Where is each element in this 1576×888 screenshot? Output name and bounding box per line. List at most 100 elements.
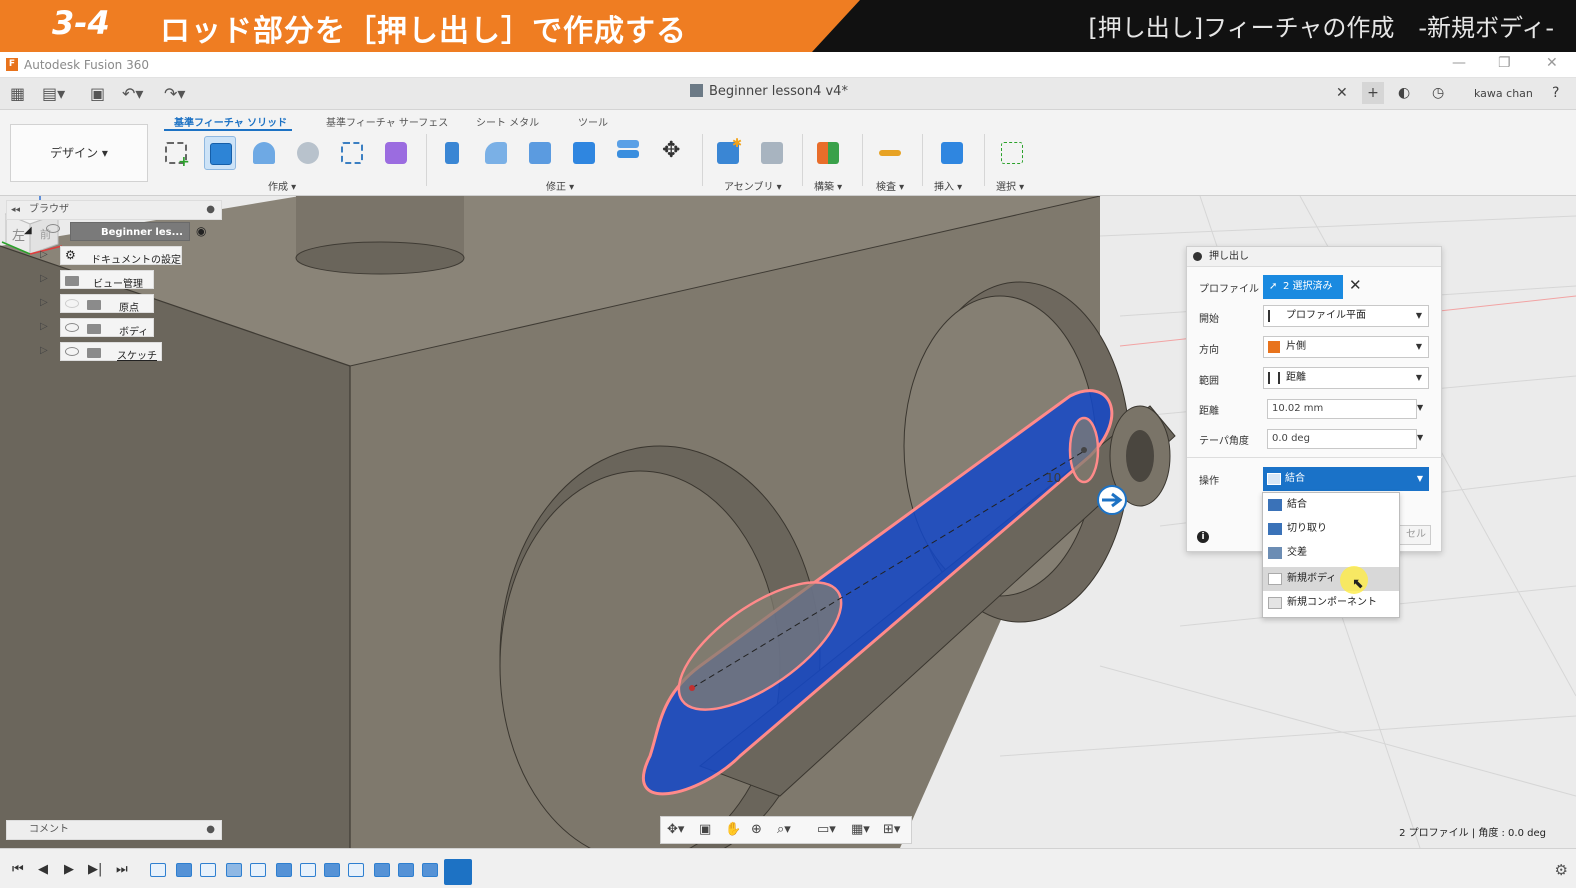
eye-icon[interactable] xyxy=(65,323,79,332)
group-create[interactable]: 作成 ▾ xyxy=(268,178,296,193)
group-assemble[interactable]: アセンブリ ▾ xyxy=(724,178,782,193)
play-icon[interactable]: ▶ xyxy=(64,862,74,877)
dialog-collapse-icon[interactable] xyxy=(1193,252,1202,261)
expand-icon[interactable]: ▷ xyxy=(40,297,48,308)
insert-image-icon[interactable] xyxy=(936,136,968,170)
collapse-icon[interactable]: ◂◂ xyxy=(11,201,20,219)
go-to-end-icon[interactable]: ⏭ xyxy=(116,862,128,877)
look-at-icon[interactable]: ▣ xyxy=(699,822,711,837)
root-expand-icon[interactable]: ◢ xyxy=(24,225,32,236)
comment-pin-icon[interactable]: ● xyxy=(206,821,215,839)
document-tab[interactable]: Beginner lesson4 v4* xyxy=(690,84,848,99)
timeline-extrude[interactable] xyxy=(422,863,438,877)
browser-item-bodies[interactable]: ▷ ボディ xyxy=(6,316,222,340)
extent-select[interactable]: 距離 ▼ xyxy=(1263,367,1429,389)
new-tab-icon[interactable]: + xyxy=(1362,82,1384,104)
browser-root[interactable]: ◢ Beginner les... ◉ xyxy=(6,220,222,244)
timeline-settings-icon[interactable]: ⚙ xyxy=(1555,861,1568,879)
pan-icon[interactable]: ✋ xyxy=(725,822,741,837)
timeline-sketch[interactable] xyxy=(348,863,364,877)
timeline-revolve[interactable] xyxy=(226,863,242,877)
chevron-down-icon[interactable]: ▼ xyxy=(1417,433,1423,442)
expand-icon[interactable]: ▷ xyxy=(40,321,48,332)
workspace-switcher[interactable]: デザイン ▾ xyxy=(10,124,148,182)
timeline-extrude[interactable] xyxy=(276,863,292,877)
start-select[interactable]: プロファイル平面 ▼ xyxy=(1263,305,1429,327)
tab-sheet-metal[interactable]: シート メタル xyxy=(476,114,539,129)
fit-icon[interactable]: ⌕▾ xyxy=(777,822,791,837)
browser-item-origin[interactable]: ▷ 原点 xyxy=(6,292,222,316)
eye-hidden-icon[interactable] xyxy=(65,299,79,308)
chamfer-icon[interactable] xyxy=(524,136,556,170)
zoom-icon[interactable]: ⊕ xyxy=(751,822,762,837)
group-modify[interactable]: 修正 ▾ xyxy=(546,178,574,193)
display-settings-icon[interactable]: ▭▾ xyxy=(817,822,836,837)
help-icon[interactable]: ? xyxy=(1552,85,1559,101)
timeline-extrude[interactable] xyxy=(374,863,390,877)
clear-selection-icon[interactable]: ✕ xyxy=(1349,276,1362,294)
option-new-body[interactable]: 新規ボディ xyxy=(1263,567,1399,591)
expand-icon[interactable]: ▷ xyxy=(40,273,48,284)
press-pull-icon[interactable] xyxy=(436,136,468,170)
pin-icon[interactable]: ● xyxy=(206,201,215,219)
orbit-icon[interactable]: ✥▾ xyxy=(667,822,684,837)
pattern-icon[interactable] xyxy=(336,136,368,170)
new-component-icon[interactable]: ✱ xyxy=(712,136,744,170)
clock-icon[interactable]: ◷ xyxy=(1432,85,1444,101)
timeline-sketch[interactable] xyxy=(200,863,216,877)
select-icon[interactable] xyxy=(996,136,1028,170)
extrude-icon[interactable] xyxy=(204,136,236,170)
combine-icon[interactable] xyxy=(612,136,644,170)
activate-icon[interactable]: ◉ xyxy=(196,224,206,238)
joint-icon[interactable] xyxy=(756,136,788,170)
measure-icon[interactable] xyxy=(874,136,906,170)
eye-icon[interactable] xyxy=(65,347,79,356)
close-window-icon[interactable]: ✕ xyxy=(1546,55,1558,71)
expand-icon[interactable]: ▷ xyxy=(40,249,48,260)
option-intersect[interactable]: 交差 xyxy=(1263,541,1399,565)
info-icon[interactable]: i xyxy=(1197,531,1209,543)
hole-icon[interactable] xyxy=(292,136,324,170)
revolve-icon[interactable] xyxy=(248,136,280,170)
option-join[interactable]: 結合 xyxy=(1263,493,1399,517)
extrude-dialog-header[interactable]: 押し出し xyxy=(1187,247,1441,267)
browser-item-doc-settings[interactable]: ▷ ⚙ ドキュメントの設定 xyxy=(6,244,222,268)
operation-select[interactable]: 結合 ▼ xyxy=(1263,467,1429,491)
step-forward-icon[interactable]: ▶| xyxy=(88,862,102,877)
timeline-extrude[interactable] xyxy=(324,863,340,877)
timeline-extrude[interactable] xyxy=(176,863,192,877)
fillet-icon[interactable] xyxy=(480,136,512,170)
go-to-start-icon[interactable]: ⏮ xyxy=(12,862,24,877)
tab-tools[interactable]: ツール xyxy=(578,114,608,129)
shell-icon[interactable] xyxy=(568,136,600,170)
tab-surface[interactable]: 基準フィーチャ サーフェス xyxy=(326,114,448,129)
step-back-icon[interactable]: ◀ xyxy=(38,862,48,877)
group-construct[interactable]: 構築 ▾ xyxy=(814,178,842,193)
redo-icon[interactable]: ↷▾ xyxy=(164,84,185,103)
grid-settings-icon[interactable]: ▦▾ xyxy=(851,822,870,837)
viewports-icon[interactable]: ⊞▾ xyxy=(883,822,900,837)
offset-plane-icon[interactable] xyxy=(812,136,844,170)
save-icon[interactable]: ▣ xyxy=(90,84,105,103)
user-name[interactable]: kawa chan xyxy=(1474,87,1533,100)
root-component[interactable]: Beginner les... xyxy=(70,222,190,241)
close-tab-icon[interactable]: ✕ xyxy=(1336,85,1348,101)
extrude-direction-arrow-icon[interactable] xyxy=(1097,485,1127,515)
comments-bar[interactable]: コメント ● xyxy=(6,820,222,840)
browser-header[interactable]: ◂◂ ブラウザ ● xyxy=(6,200,222,220)
eye-icon[interactable] xyxy=(46,224,60,233)
browser-item-views[interactable]: ▷ ビュー管理 xyxy=(6,268,222,292)
expand-icon[interactable]: ▷ xyxy=(40,345,48,356)
group-inspect[interactable]: 検査 ▾ xyxy=(876,178,904,193)
move-icon[interactable]: ✥ xyxy=(656,136,688,170)
profile-select-button[interactable]: ➚ 2 選択済み xyxy=(1263,275,1343,299)
distance-input[interactable]: 10.02 mm xyxy=(1267,399,1417,419)
timeline-sketch[interactable] xyxy=(250,863,266,877)
taper-input[interactable]: 0.0 deg xyxy=(1267,429,1417,449)
timeline-sketch[interactable] xyxy=(150,863,166,877)
file-menu-icon[interactable]: ▤▾ xyxy=(42,84,65,103)
option-cut[interactable]: 切り取り xyxy=(1263,517,1399,541)
undo-icon[interactable]: ↶▾ xyxy=(122,84,143,103)
timeline-sketch[interactable] xyxy=(300,863,316,877)
canvas-viewport[interactable]: 10 左 前 ◂◂ ブラウザ ● ◢ Beginner les... ◉ ▷ ⚙… xyxy=(0,196,1576,848)
